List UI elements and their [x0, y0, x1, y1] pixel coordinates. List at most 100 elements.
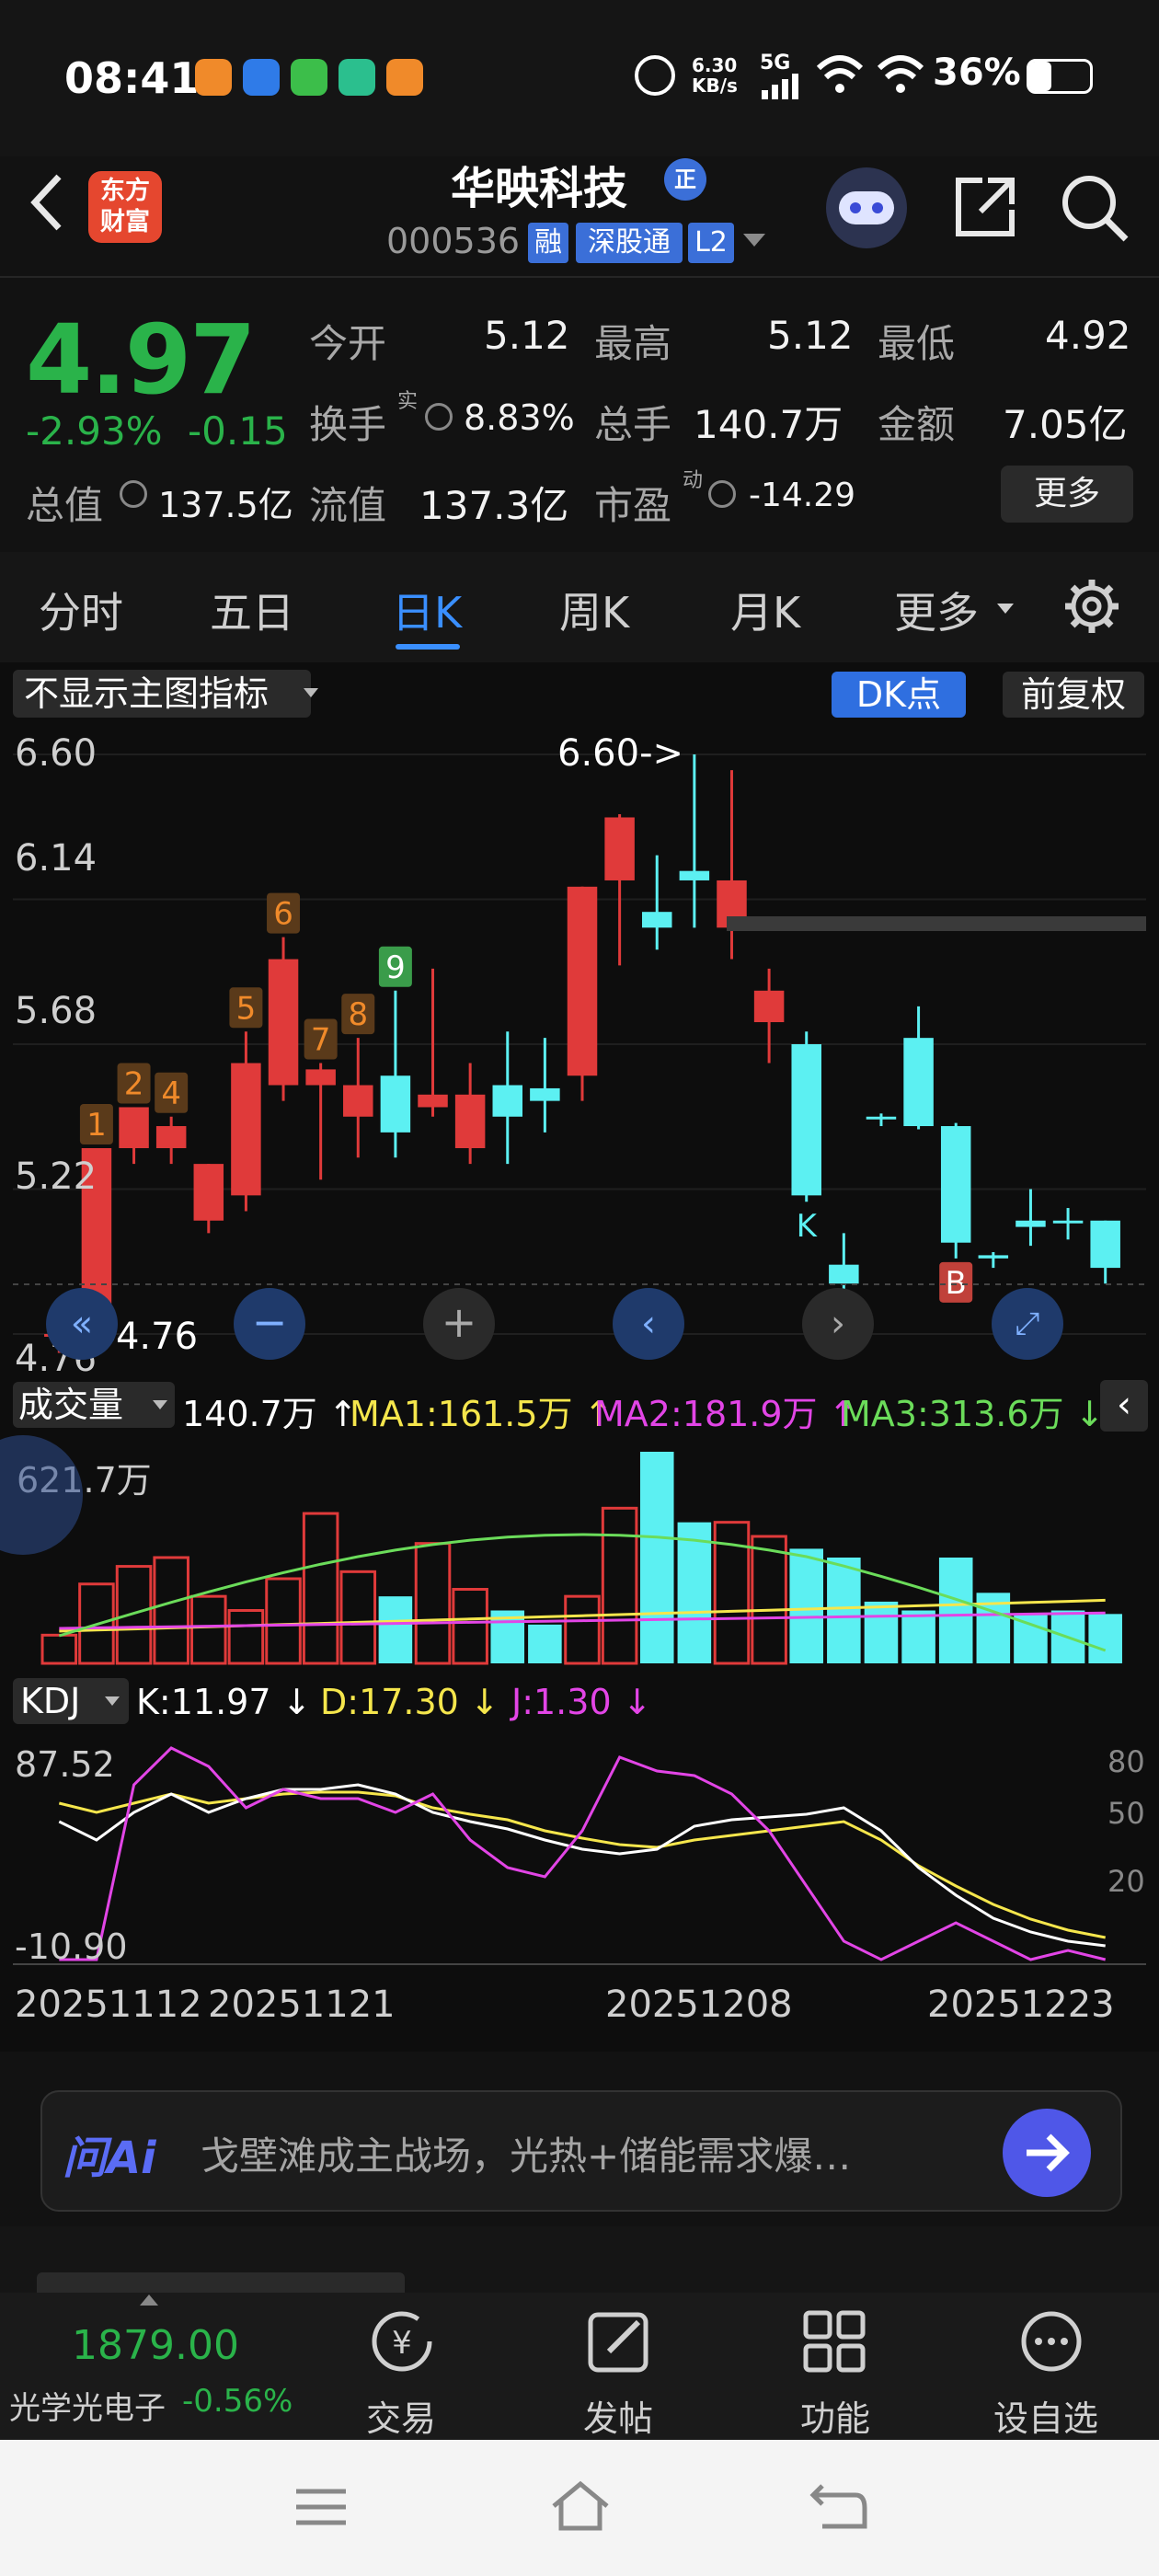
alipay-icon: [243, 59, 280, 96]
high-label: 最高: [594, 321, 672, 366]
ai-robot-icon[interactable]: [826, 167, 907, 248]
share-icon[interactable]: [951, 173, 1019, 241]
volume-title: 成交量: [18, 1385, 124, 1425]
candle-body: [119, 1107, 149, 1148]
x-tick-label: 20251208: [605, 1984, 793, 2026]
forward-adjust-button[interactable]: 前复权: [1003, 672, 1144, 718]
wifi-icon-2: [877, 55, 924, 93]
tab-weekly-k[interactable]: 周K: [559, 580, 629, 640]
nav-trade[interactable]: 交易: [366, 2390, 436, 2441]
candle-body: [1016, 1220, 1046, 1227]
index-value[interactable]: 1879.00: [72, 2322, 239, 2369]
volume-bar: [190, 1594, 227, 1665]
section-peek: [0, 2226, 1159, 2293]
home-icon[interactable]: [548, 2478, 613, 2534]
nav-add-watchlist[interactable]: 设自选: [993, 2390, 1098, 2441]
signal-marker-label: 5: [236, 990, 257, 1027]
trade-icon[interactable]: ¥: [366, 2306, 438, 2377]
scroll-right-icon[interactable]: ›: [802, 1288, 874, 1360]
code-dropdown-icon[interactable]: [743, 234, 765, 247]
battery-percent: 36%: [933, 52, 1021, 94]
info-icon[interactable]: [708, 480, 736, 508]
candle-body: [829, 1264, 859, 1284]
menu-icon[interactable]: [293, 2484, 350, 2530]
volume-current: 140.7万 ↑: [182, 1394, 358, 1434]
ai-logo: 问Ai: [63, 2133, 156, 2184]
settings-gear-icon[interactable]: [1061, 576, 1122, 637]
ai-send-button[interactable]: [1003, 2109, 1091, 2197]
volume-ma3: MA3:313.6万 ↓: [841, 1394, 1105, 1434]
status-time: 08:41: [64, 53, 200, 103]
tab-more[interactable]: 更多: [894, 580, 979, 640]
kdj-left-tick: -10.90: [15, 1926, 128, 1967]
search-icon[interactable]: [1058, 171, 1131, 245]
ai-prompt-text[interactable]: 戈壁滩成主战场，光热+储能需求爆…: [201, 2125, 973, 2181]
candle-body: [530, 1087, 560, 1101]
stock-code: 000536: [386, 221, 521, 261]
zoom-in-icon[interactable]: +: [423, 1288, 495, 1360]
add-watchlist-icon[interactable]: [1016, 2306, 1087, 2377]
signal-marker-label: K: [797, 1208, 819, 1245]
candle-body: [641, 912, 672, 928]
tab-five-day[interactable]: 五日: [210, 580, 294, 640]
signal-marker-label: 1: [86, 1107, 107, 1144]
volume-ma2: MA2:181.9万 ↑: [594, 1394, 858, 1434]
index-name[interactable]: 光学光电子: [9, 2383, 166, 2428]
candle-body: [418, 1094, 448, 1108]
fullscreen-icon[interactable]: ⤢: [992, 1288, 1063, 1360]
signal-marker-label: 9: [385, 949, 406, 986]
expand-index-icon[interactable]: [140, 2294, 158, 2306]
functions-icon[interactable]: [798, 2306, 870, 2377]
y-tick-label: 5.68: [15, 990, 98, 1032]
tab-intraday[interactable]: 分时: [39, 580, 123, 640]
mktcap-value: 137.5亿: [158, 485, 293, 525]
tab-daily-k[interactable]: 日K: [392, 580, 462, 640]
app-logo[interactable]: 东方财富: [88, 171, 162, 243]
kdj-right-tick: 20: [1107, 1864, 1145, 1899]
tab-monthly-k[interactable]: 月K: [730, 580, 800, 640]
y-tick-label: 6.60: [15, 732, 98, 775]
x-tick-label: 20251121: [208, 1984, 396, 2026]
back-icon[interactable]: [22, 166, 77, 239]
signal-icon: [762, 74, 798, 99]
candlestick-chart[interactable]: 12 4 5 6 789 K B: [13, 727, 1146, 1371]
rewind-icon[interactable]: «: [46, 1288, 118, 1360]
dropdown-icon: [105, 1696, 120, 1706]
collapse-icon[interactable]: ‹: [1100, 1380, 1148, 1432]
candle-body: [679, 870, 710, 880]
candle-body: [866, 1116, 897, 1120]
nav-post[interactable]: 发帖: [583, 2390, 653, 2441]
info-icon[interactable]: [120, 480, 147, 508]
candle-body: [454, 1094, 486, 1148]
volume-bar: [639, 1452, 674, 1663]
volume-ma1: MA1:161.5万 ↑: [350, 1394, 614, 1434]
tag-margin: 融: [528, 223, 568, 263]
dropdown-icon: [153, 1400, 167, 1409]
more-quote-button[interactable]: 更多: [1001, 466, 1133, 523]
zoom-out-icon[interactable]: −: [234, 1288, 305, 1360]
net-speed-unit: KB/s: [692, 75, 738, 97]
net-speed-value: 6.30: [692, 54, 738, 76]
tag-l2: L2: [688, 223, 734, 263]
kdj-k: K:11.97 ↓: [136, 1682, 312, 1722]
main-indicator-select[interactable]: 不显示主图指标: [13, 670, 312, 718]
volume-bar: [564, 1594, 601, 1665]
volume-bar: [1088, 1614, 1122, 1663]
back-nav-icon[interactable]: [809, 2480, 868, 2532]
info-icon[interactable]: [425, 403, 453, 431]
active-tab-indicator: [396, 644, 460, 650]
kdj-d-line: [58, 1790, 1106, 1939]
dk-point-button[interactable]: DK点: [832, 672, 966, 718]
divider: [0, 276, 1159, 278]
candle-body: [903, 1038, 934, 1127]
volume-bar: [601, 1506, 638, 1665]
net-speed: 6.30 KB/s: [692, 55, 738, 96]
scroll-left-icon[interactable]: ‹: [613, 1288, 684, 1360]
post-icon[interactable]: [583, 2306, 655, 2377]
kdj-title: KDJ: [20, 1681, 81, 1721]
app-notification-icon: [195, 59, 232, 96]
nav-functions[interactable]: 功能: [800, 2390, 870, 2441]
volume-bar: [901, 1610, 935, 1663]
change-value: -0.15: [188, 408, 288, 454]
volume-indicator-select[interactable]: 成交量: [13, 1382, 175, 1428]
